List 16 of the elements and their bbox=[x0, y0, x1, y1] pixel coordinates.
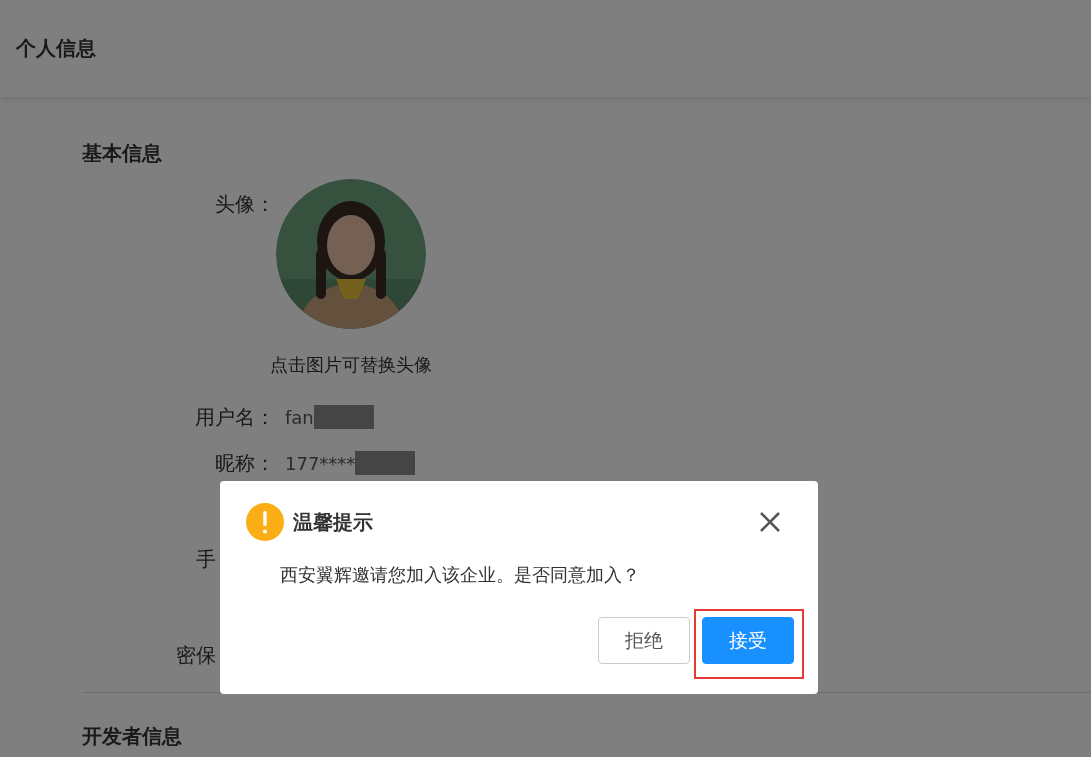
field-label: 头像： bbox=[214, 191, 275, 218]
section-title: 开发者信息 bbox=[82, 723, 182, 750]
field-value: 177**** bbox=[285, 452, 356, 474]
field-label: 昵称： bbox=[214, 449, 275, 477]
close-button[interactable] bbox=[758, 510, 782, 534]
reject-button[interactable]: 拒绝 bbox=[598, 617, 690, 664]
dialog-message: 西安翼辉邀请您加入该企业。是否同意加入？ bbox=[280, 563, 641, 587]
dialog-title: 温馨提示 bbox=[293, 508, 373, 536]
field-label: 手 bbox=[195, 545, 217, 573]
field-value: fan bbox=[285, 406, 314, 428]
warning-icon bbox=[246, 503, 284, 541]
field-label: 密保 bbox=[175, 641, 217, 669]
page-title: 个人信息 bbox=[16, 35, 96, 62]
field-label: 用户名： bbox=[194, 403, 275, 431]
section-title: 基本信息 bbox=[82, 140, 162, 167]
avatar-hint: 点击图片可替换头像 bbox=[270, 353, 432, 377]
